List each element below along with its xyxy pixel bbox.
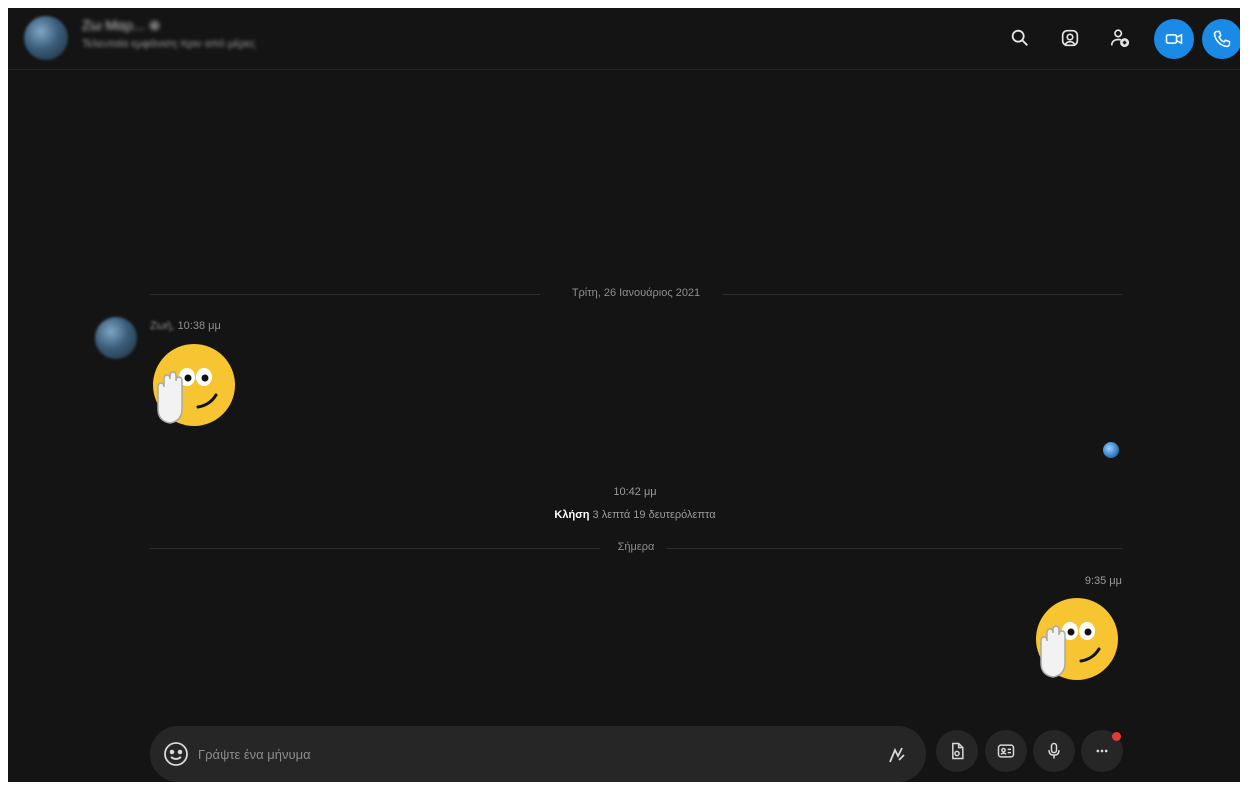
- date-divider-today: Σήμερα: [150, 541, 1122, 555]
- call-label: Κλήση: [554, 509, 590, 521]
- sender-name: Ζωή,: [150, 320, 175, 332]
- ink-pen-icon[interactable]: [884, 742, 910, 768]
- more-options-icon: [1096, 749, 1108, 753]
- add-person-icon[interactable]: [1104, 22, 1136, 54]
- message-meta: Ζωή, 10:38 μμ: [150, 320, 221, 332]
- notification-dot: [1112, 732, 1121, 741]
- chat-header: Ζω Μαρ... ⊕ Τελευταία εμφάνιση πριν από …: [8, 8, 1240, 70]
- more-options-button[interactable]: [1081, 730, 1123, 772]
- message-composer: [150, 726, 926, 782]
- audio-call-button[interactable]: [1202, 19, 1240, 59]
- gallery-icon[interactable]: [1054, 22, 1086, 54]
- chat-window: Ζω Μαρ... ⊕ Τελευταία εμφάνιση πριν από …: [8, 8, 1240, 782]
- contact-card-icon: [997, 744, 1015, 758]
- emoji-picker-icon[interactable]: [162, 740, 190, 768]
- video-call-icon: [1165, 33, 1183, 45]
- call-time: 10:42 μμ: [613, 486, 657, 498]
- audio-call-icon: [1213, 30, 1231, 48]
- message-time: 10:38 μμ: [177, 320, 221, 332]
- call-duration: 3 λεπτά 19 δευτερόλεπτα: [592, 509, 716, 521]
- contact-name[interactable]: Ζω Μαρ... ⊕: [82, 17, 160, 34]
- contact-avatar[interactable]: [24, 16, 68, 60]
- voice-message-button[interactable]: [1033, 730, 1075, 772]
- date-label: Τρίτη, 26 Ιανουάριος 2021: [561, 287, 711, 299]
- contact-status: Τελευταία εμφάνιση πριν από μέρες: [82, 38, 256, 50]
- microphone-icon: [1048, 742, 1060, 759]
- search-icon[interactable]: [1004, 22, 1036, 54]
- date-divider: Τρίτη, 26 Ιανουάριος 2021: [150, 287, 1122, 301]
- wave-emoji-icon[interactable]: [150, 341, 238, 431]
- call-summary[interactable]: Κλήση 3 λεπτά 19 δευτερόλεπτα: [8, 509, 1240, 521]
- date-label-today: Σήμερα: [607, 541, 665, 553]
- contact-card-button[interactable]: [985, 730, 1027, 772]
- video-call-button[interactable]: [1154, 19, 1194, 59]
- wave-emoji-icon-outgoing[interactable]: [1033, 595, 1121, 685]
- attach-file-button[interactable]: [936, 730, 978, 772]
- message-input[interactable]: [198, 742, 858, 766]
- sender-avatar[interactable]: [95, 317, 137, 359]
- attach-file-icon: [952, 742, 964, 760]
- outgoing-message-time: 9:35 μμ: [1084, 575, 1122, 587]
- read-receipt-avatar: [1103, 442, 1119, 458]
